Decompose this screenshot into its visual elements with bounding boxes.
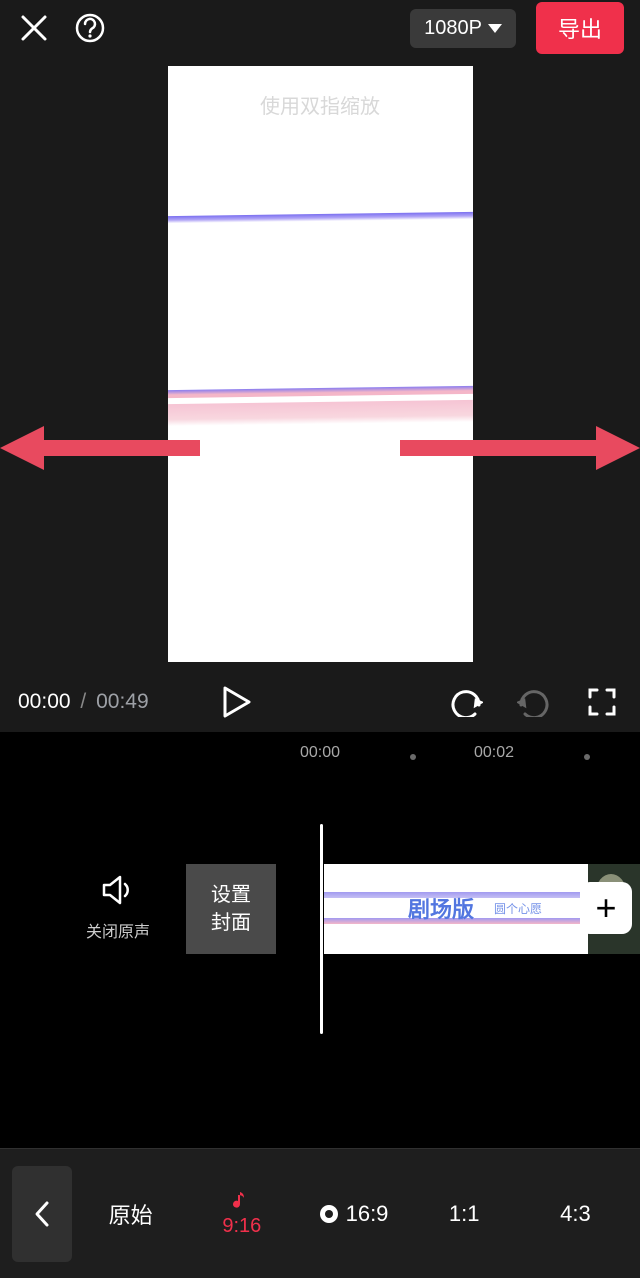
ratio-label: 9:16 bbox=[222, 1215, 261, 1238]
video-clip[interactable]: 剧场版 圆个心愿 bbox=[324, 864, 588, 954]
current-time: 00:00 bbox=[18, 690, 71, 713]
undo-icon bbox=[449, 687, 483, 717]
close-icon bbox=[19, 13, 49, 43]
ruler-tick bbox=[410, 754, 416, 760]
ratio-label: 4:3 bbox=[560, 1201, 591, 1227]
ratio-4-3[interactable]: 4:3 bbox=[523, 1166, 628, 1262]
clip-overlay-text: 剧场版 bbox=[408, 892, 474, 924]
mute-original-audio-button[interactable]: 关闭原声 bbox=[86, 872, 150, 942]
export-label: 导出 bbox=[558, 17, 602, 42]
time-separator: / bbox=[76, 690, 90, 713]
redo-icon bbox=[517, 687, 551, 717]
export-button[interactable]: 导出 bbox=[536, 2, 624, 54]
ruler-mark: 00:00 bbox=[300, 744, 340, 762]
resolution-dropdown[interactable]: 1080P bbox=[410, 9, 516, 48]
video-content-stripe bbox=[168, 212, 473, 224]
ratio-9-16[interactable]: 9:16 bbox=[189, 1166, 294, 1262]
preview-area[interactable]: 使用双指缩放 bbox=[0, 56, 640, 672]
ratio-label: 16:9 bbox=[346, 1201, 389, 1227]
play-button[interactable] bbox=[217, 682, 257, 722]
playhead[interactable] bbox=[320, 824, 323, 1034]
video-content-stripe bbox=[168, 386, 473, 398]
timeline[interactable]: 关闭原声 设置 封面 剧场版 圆个心愿 + bbox=[0, 772, 640, 1122]
ratio-16-9[interactable]: 16:9 bbox=[300, 1166, 405, 1262]
time-ruler[interactable]: 00:00 00:02 bbox=[0, 732, 640, 772]
fullscreen-button[interactable] bbox=[582, 682, 622, 722]
top-bar: 1080P 导出 bbox=[0, 0, 640, 56]
clip-overlay-text: 圆个心愿 bbox=[494, 900, 542, 917]
chevron-left-icon bbox=[33, 1199, 51, 1229]
ruler-mark: 00:02 bbox=[474, 744, 514, 762]
add-clip-button[interactable]: + bbox=[580, 882, 632, 934]
set-cover-button[interactable]: 设置 封面 bbox=[186, 864, 276, 954]
circle-icon bbox=[318, 1203, 340, 1225]
chevron-down-icon bbox=[488, 24, 502, 33]
undo-button[interactable] bbox=[446, 682, 486, 722]
ratio-label: 1:1 bbox=[449, 1201, 480, 1227]
speaker-icon bbox=[100, 872, 136, 908]
help-icon bbox=[74, 12, 106, 44]
fullscreen-icon bbox=[587, 687, 617, 717]
annotation-arrow-left bbox=[0, 422, 200, 474]
playback-bar: 00:00 / 00:49 bbox=[0, 672, 640, 732]
play-icon bbox=[223, 686, 251, 718]
ratio-1-1[interactable]: 1:1 bbox=[412, 1166, 517, 1262]
ratio-label: 原始 bbox=[109, 1198, 153, 1230]
cover-label-line1: 设置 bbox=[211, 881, 251, 909]
ruler-tick bbox=[584, 754, 590, 760]
close-button[interactable] bbox=[16, 10, 52, 46]
resolution-label: 1080P bbox=[424, 17, 482, 40]
aspect-ratio-bar: 原始 9:16 16:9 1:1 4:3 bbox=[0, 1148, 640, 1278]
cover-label-line2: 封面 bbox=[211, 909, 251, 937]
help-button[interactable] bbox=[72, 10, 108, 46]
redo-button[interactable] bbox=[514, 682, 554, 722]
ratio-original[interactable]: 原始 bbox=[78, 1166, 183, 1262]
total-duration: 00:49 bbox=[96, 690, 149, 713]
back-button[interactable] bbox=[12, 1166, 72, 1262]
mute-label: 关闭原声 bbox=[86, 918, 150, 942]
music-note-icon bbox=[231, 1189, 253, 1211]
annotation-arrow-right bbox=[400, 422, 640, 474]
time-display: 00:00 / 00:49 bbox=[18, 690, 149, 714]
plus-icon: + bbox=[595, 887, 616, 929]
pinch-zoom-hint: 使用双指缩放 bbox=[168, 90, 473, 119]
video-canvas[interactable]: 使用双指缩放 bbox=[168, 66, 473, 662]
